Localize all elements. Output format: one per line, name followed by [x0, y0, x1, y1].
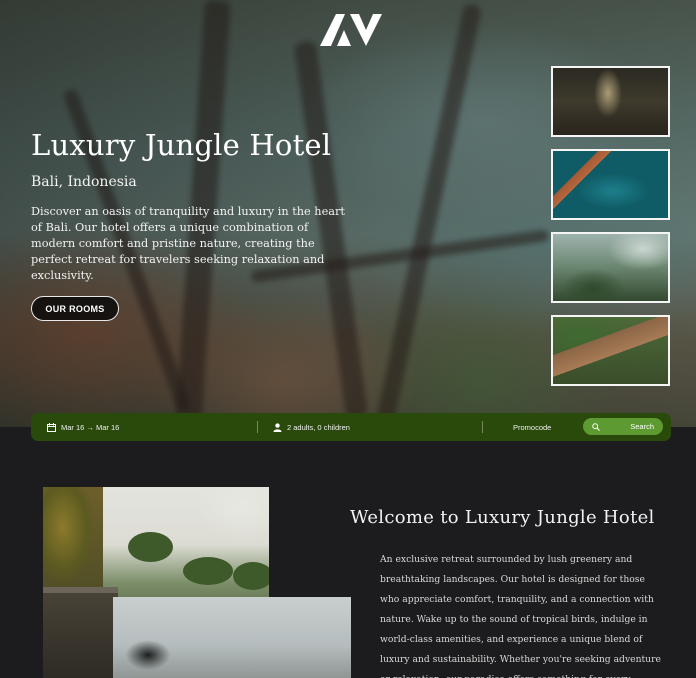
- hero-title: Luxury Jungle Hotel: [31, 128, 332, 162]
- hero-section: Luxury Jungle Hotel Bali, Indonesia Disc…: [0, 0, 696, 427]
- search-icon: [592, 422, 600, 431]
- search-button[interactable]: Search: [583, 418, 663, 435]
- booking-bar: Mar 16 → Mar 16 2 adults, 0 children Pro…: [31, 413, 671, 441]
- hero-location: Bali, Indonesia: [31, 174, 137, 190]
- calendar-icon: [47, 422, 56, 432]
- person-icon: [273, 422, 282, 432]
- date-range-value: Mar 16 → Mar 16: [61, 422, 120, 432]
- divider: [257, 421, 258, 433]
- search-label: Search: [630, 422, 654, 431]
- about-image-overlay: [113, 597, 351, 678]
- divider: [482, 421, 483, 433]
- palm-silhouette: [118, 635, 178, 678]
- guests-value: 2 adults, 0 children: [287, 422, 350, 432]
- av-logo-icon[interactable]: [320, 12, 382, 48]
- gallery-thumb-terrace[interactable]: [551, 315, 670, 386]
- palm-tree: [183, 557, 233, 585]
- guests-field[interactable]: 2 adults, 0 children: [273, 413, 350, 441]
- promocode-field[interactable]: Promocode: [513, 413, 551, 441]
- gallery-thumb-villa[interactable]: [551, 232, 670, 303]
- palm-tree: [128, 532, 173, 562]
- about-title: Welcome to Luxury Jungle Hotel: [350, 507, 655, 528]
- gallery-thumb-pool[interactable]: [551, 149, 670, 220]
- palm-tree: [233, 562, 269, 590]
- hero-description: Discover an oasis of tranquility and lux…: [31, 205, 345, 282]
- about-text: An exclusive retreat surrounded by lush …: [380, 554, 661, 678]
- our-rooms-button[interactable]: OUR ROOMS: [31, 296, 119, 321]
- hotel-building: [43, 587, 118, 678]
- promocode-label: Promocode: [513, 422, 552, 432]
- gallery-thumb-lounge[interactable]: [551, 66, 670, 137]
- date-range-field[interactable]: Mar 16 → Mar 16: [47, 413, 119, 441]
